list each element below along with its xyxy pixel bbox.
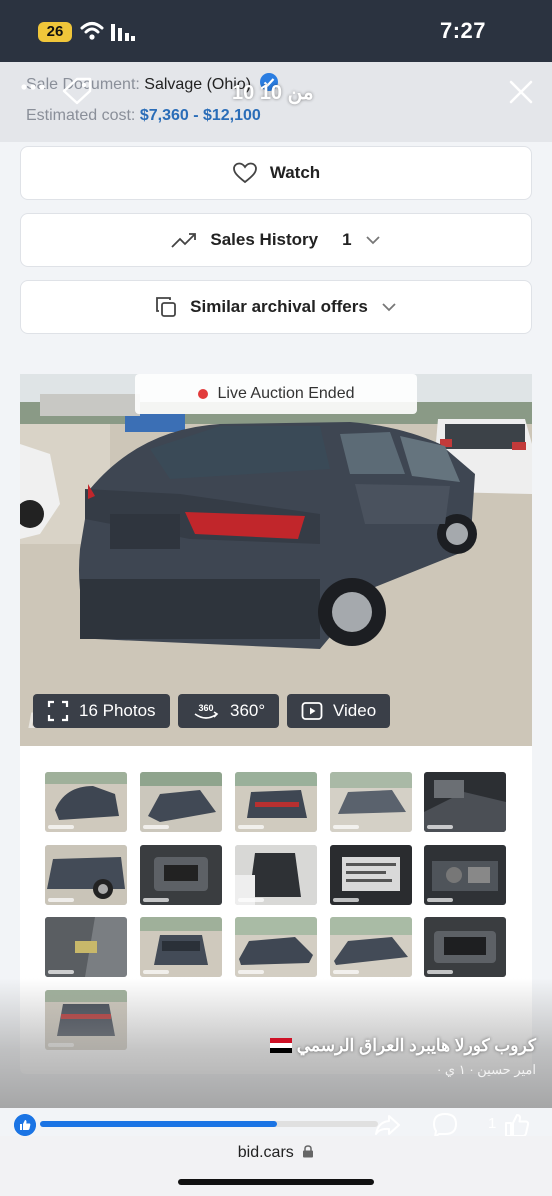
- thumbnail[interactable]: [140, 917, 222, 977]
- photo-counter: 10 من 10: [232, 82, 314, 104]
- copy-icon: [156, 297, 177, 317]
- thumbnail[interactable]: [140, 772, 222, 832]
- estimated-cost-row: Estimated cost: $7,360 - $12,100: [26, 107, 261, 125]
- watch-label: Watch: [269, 163, 321, 182]
- tag-icon[interactable]: [60, 76, 94, 106]
- wifi-icon: [80, 22, 104, 40]
- media-progress-bar[interactable]: [40, 1121, 378, 1127]
- author-line[interactable]: امير حسين · ١ ي ·: [437, 1062, 536, 1078]
- car-image: [20, 374, 532, 746]
- thumbnail[interactable]: [330, 772, 412, 832]
- thumbnail[interactable]: [45, 772, 127, 832]
- battery-indicator: 26: [38, 22, 72, 42]
- chevron-down-icon: [365, 236, 380, 245]
- play-icon: [301, 702, 323, 720]
- chevron-down-icon: [382, 303, 396, 312]
- iraq-flag-icon: [270, 1038, 293, 1053]
- sales-history-count: 1: [342, 230, 352, 249]
- photos-button[interactable]: 16 Photos: [33, 694, 170, 728]
- progress-fill: [40, 1121, 277, 1127]
- thumbnail[interactable]: [45, 917, 127, 977]
- signal-icon: [111, 24, 135, 41]
- thumbnail[interactable]: [330, 917, 412, 977]
- like-count: 1: [488, 1115, 497, 1132]
- status-bar: 26 7:27: [0, 0, 552, 62]
- lock-icon: [303, 1145, 314, 1158]
- view-360-label: 360°: [230, 701, 266, 720]
- sales-history-button[interactable]: Sales History 1: [20, 213, 532, 267]
- thumbnail[interactable]: [424, 772, 506, 832]
- video-label: Video: [333, 701, 377, 720]
- close-icon[interactable]: [507, 78, 535, 106]
- estimated-cost-label: Estimated cost:: [26, 107, 136, 124]
- like-badge-icon: [14, 1114, 36, 1136]
- url-text: bid.cars: [237, 1144, 294, 1161]
- home-indicator[interactable]: [178, 1179, 374, 1185]
- thumbnail[interactable]: [140, 845, 222, 905]
- watch-button[interactable]: Watch: [20, 146, 532, 200]
- group-title[interactable]: كروب كورلا هايبرد العراق الرسمي: [264, 1036, 536, 1056]
- group-title-text: كروب كورلا هايبرد العراق الرسمي: [296, 1036, 536, 1055]
- heart-icon: [232, 162, 257, 184]
- photos-label: 16 Photos: [79, 701, 156, 720]
- thumbnail[interactable]: [330, 845, 412, 905]
- thumbnail[interactable]: [424, 917, 506, 977]
- live-auction-status: Live Auction Ended: [217, 385, 355, 402]
- sales-history-label: Sales History: [210, 230, 319, 249]
- url-display[interactable]: bid.cars: [0, 1144, 552, 1162]
- thumbnail[interactable]: [235, 845, 317, 905]
- live-auction-badge: Live Auction Ended: [135, 374, 417, 414]
- thumbnail[interactable]: [235, 772, 317, 832]
- rotate-360-icon-text: 360: [198, 703, 213, 713]
- estimated-cost-value: $7,360 - $12,100: [139, 107, 261, 124]
- video-button[interactable]: Video: [287, 694, 391, 728]
- similar-offers-button[interactable]: Similar archival offers: [20, 280, 532, 334]
- main-car-photo[interactable]: [20, 374, 532, 746]
- view-360-button[interactable]: 360 360°: [178, 694, 280, 728]
- rotate-360-icon: 360: [194, 703, 219, 719]
- thumbnail[interactable]: [45, 845, 127, 905]
- clock: 7:27: [440, 18, 487, 43]
- status-dot: [197, 389, 208, 399]
- thumbnail[interactable]: [235, 917, 317, 977]
- thumbnail[interactable]: [424, 845, 506, 905]
- similar-offers-label: Similar archival offers: [190, 297, 368, 316]
- trend-icon: [171, 233, 197, 248]
- expand-icon: [47, 700, 69, 722]
- more-options-icon[interactable]: [20, 82, 46, 92]
